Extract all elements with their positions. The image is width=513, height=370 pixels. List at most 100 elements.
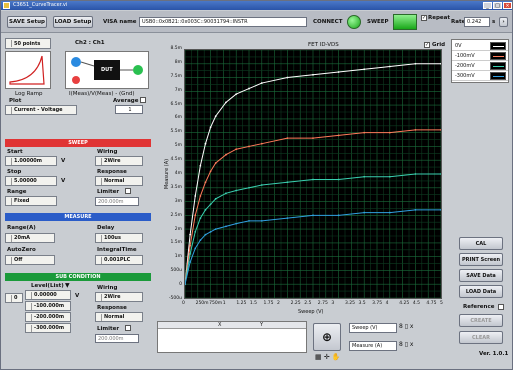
- points-selector[interactable]: 50 points: [5, 38, 51, 49]
- response-value: Normal: [104, 178, 125, 184]
- level-value-1: -100.000m: [34, 303, 65, 309]
- maximize-icon[interactable]: □: [493, 2, 502, 9]
- data-point: [440, 208, 442, 211]
- x-tick-label: 4.5: [412, 301, 420, 306]
- sub-limiter-checkbox[interactable]: [125, 325, 131, 331]
- autozero-value: Off: [14, 257, 23, 263]
- data-point: [286, 181, 289, 184]
- data-point: [189, 261, 192, 264]
- measure-scale-icons[interactable]: 8 ▯ ⅹ: [399, 341, 413, 348]
- sub-response-selector[interactable]: Normal: [95, 312, 143, 322]
- start-field[interactable]: 1.00000m: [5, 156, 57, 166]
- data-point: [440, 62, 442, 65]
- average-field[interactable]: 1: [115, 105, 143, 114]
- autozero-selector[interactable]: Off: [5, 255, 55, 265]
- y-tick-label: 6m: [174, 115, 182, 121]
- response-label: Response: [97, 169, 127, 175]
- data-point: [414, 62, 417, 65]
- sweep-selector[interactable]: Sweep (V): [349, 323, 397, 333]
- reference-checkbox[interactable]: [498, 304, 504, 310]
- level-item[interactable]: -200.000m: [25, 312, 71, 322]
- load-data-button[interactable]: LOAD Data: [459, 285, 503, 298]
- sub-wiring-selector[interactable]: 2Wire: [95, 292, 143, 302]
- rate-arrow-icon[interactable]: ›: [499, 17, 508, 27]
- response-selector[interactable]: Normal: [95, 176, 143, 186]
- create-button[interactable]: CREATE: [459, 314, 503, 327]
- plot-label: Plot: [9, 98, 22, 104]
- legend-label: -100mV: [455, 53, 475, 59]
- cal-button[interactable]: CAL: [459, 237, 503, 250]
- level-dropdown-icon[interactable]: ▼: [65, 282, 70, 289]
- legend-item[interactable]: 0V: [452, 41, 508, 51]
- y-tick-label: 7.5m: [170, 73, 182, 79]
- data-point: [440, 129, 442, 131]
- y-tick-label: 2.5m: [170, 212, 182, 218]
- save-setup-button[interactable]: SAVE Setup: [7, 16, 47, 28]
- sub-limiter-field[interactable]: 200.000m: [95, 334, 139, 343]
- data-point: [199, 217, 202, 219]
- sub-wiring-value: 2Wire: [104, 294, 121, 300]
- mrange-selector[interactable]: 20mA: [5, 233, 55, 243]
- plot-selector[interactable]: Current - Voltage: [5, 105, 77, 115]
- x-tick-label: 4.75: [426, 301, 437, 306]
- ramp-graphic: [5, 51, 51, 89]
- minimize-icon[interactable]: _: [483, 2, 492, 9]
- autozero-label: AutoZero: [7, 247, 36, 253]
- x-tick-label: 1.5: [249, 301, 258, 306]
- level-item[interactable]: -100.000m: [25, 301, 71, 311]
- x-tick-label: 3: [331, 301, 335, 306]
- delay-selector[interactable]: 100us: [95, 233, 143, 243]
- data-point: [260, 142, 263, 145]
- cursor-move-icon[interactable]: ⊕: [313, 323, 341, 351]
- legend-item[interactable]: -200mV: [452, 61, 508, 71]
- clear-button[interactable]: CLEAR: [459, 331, 503, 344]
- ramp-label: Log Ramp: [15, 91, 43, 97]
- limiter-checkbox[interactable]: [125, 188, 131, 194]
- title-bar: C3651_CurveTracer.vi _ □ ×: [1, 1, 512, 10]
- average-checkbox[interactable]: [140, 97, 146, 103]
- data-point: [214, 228, 217, 231]
- data-point: [363, 68, 366, 71]
- main-window: C3651_CurveTracer.vi _ □ × SAVE Setup LO…: [0, 0, 513, 370]
- close-icon[interactable]: ×: [503, 2, 512, 9]
- cursor-table[interactable]: X Y: [157, 321, 307, 353]
- data-point: [225, 192, 227, 195]
- connect-led[interactable]: [347, 15, 361, 29]
- repeat-checkbox[interactable]: ✓: [421, 15, 427, 21]
- integral-selector[interactable]: 0.001PLC: [95, 255, 143, 265]
- level-item[interactable]: 0.00000: [25, 290, 71, 300]
- level-item[interactable]: -300.000m: [25, 323, 71, 333]
- sweep-toggle[interactable]: [393, 14, 417, 30]
- limiter-label: Limiter: [97, 189, 120, 195]
- y-tick-label: 500u: [170, 268, 182, 274]
- print-screen-button[interactable]: PRINT Screen: [459, 253, 503, 266]
- save-data-button[interactable]: SAVE Data: [459, 269, 503, 282]
- measure-selector[interactable]: Measure (A): [349, 341, 397, 351]
- visa-name-field[interactable]: USB0::0x0B21::0x003C::90031794::INSTR: [139, 17, 307, 27]
- legend-line: [493, 56, 504, 57]
- sweep-header: SWEEP: [5, 139, 151, 147]
- wiring-selector[interactable]: 2Wire: [95, 156, 143, 166]
- integral-value: 0.001PLC: [104, 257, 131, 263]
- zoom-tools-icon[interactable]: ▦ ✛ ✋: [315, 353, 341, 361]
- rate-unit: s: [492, 19, 496, 25]
- limiter-field[interactable]: 200.000m: [95, 197, 139, 206]
- dut-diagram: DUT: [65, 51, 149, 89]
- delay-label: Delay: [97, 225, 115, 231]
- data-point: [260, 184, 263, 186]
- x-tick-label: 0: [182, 301, 185, 306]
- y-tick-label: 0: [179, 282, 182, 288]
- legend-item[interactable]: -300mV: [452, 71, 508, 81]
- rate-field[interactable]: 0.242: [464, 17, 490, 27]
- sweep-scale-icons[interactable]: 8 ▯ ⅹ: [399, 323, 413, 330]
- y-axis-label: Measure (A): [164, 158, 171, 190]
- legend-line: [493, 66, 504, 67]
- plot-area[interactable]: [184, 49, 442, 299]
- load-setup-button[interactable]: LOAD Setup: [53, 16, 93, 28]
- level-index[interactable]: 0: [5, 293, 23, 303]
- stop-field[interactable]: 5.00000: [5, 176, 57, 186]
- legend-item[interactable]: -100mV: [452, 51, 508, 61]
- range-selector[interactable]: Fixed: [5, 196, 57, 206]
- data-point: [363, 131, 366, 134]
- grid-checkbox[interactable]: ✓: [424, 42, 430, 48]
